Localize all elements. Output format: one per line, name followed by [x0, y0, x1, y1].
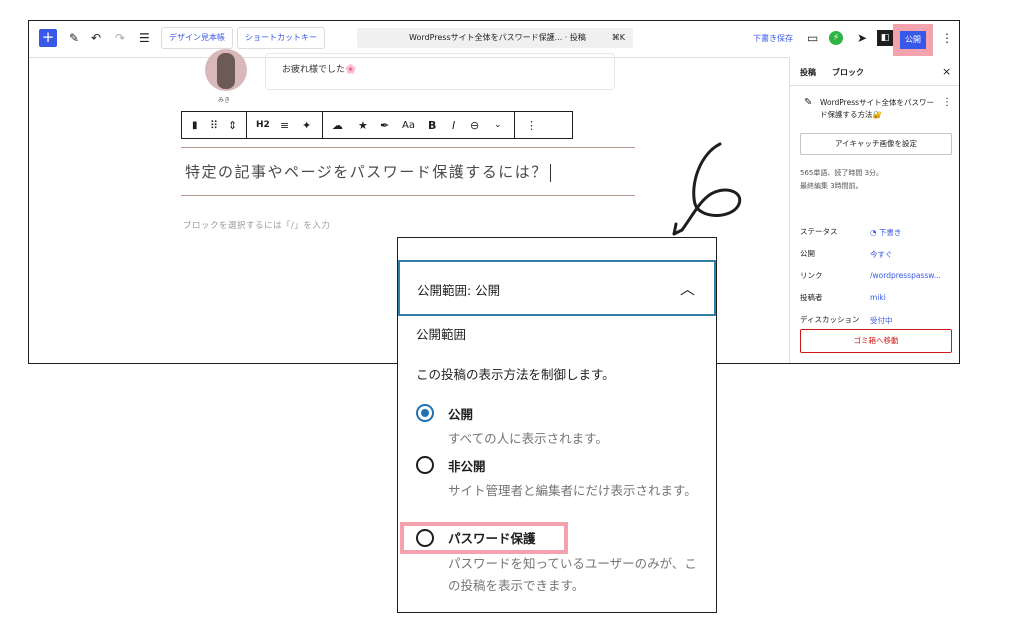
featured-image-button[interactable]: アイキャッチ画像を設定: [800, 133, 952, 155]
chevron-up-icon[interactable]: ︿: [680, 278, 695, 299]
radio-private[interactable]: [416, 456, 434, 474]
drag-handle-icon[interactable]: ⠿: [210, 118, 218, 133]
more-icon[interactable]: ⋮: [942, 97, 952, 108]
command-palette[interactable]: WordPressサイト全体をパスワード保護... · 投稿 ⌘K: [357, 28, 633, 48]
trash-button[interactable]: ゴミ箱へ移動: [800, 329, 952, 353]
highlighter-icon[interactable]: ✒: [380, 118, 389, 133]
option-password-label[interactable]: パスワード保護: [448, 528, 536, 547]
visibility-header: 公開範囲: 公開: [417, 283, 501, 298]
heading-bottom-rule: [181, 195, 635, 196]
link-icon[interactable]: ⊖: [470, 118, 479, 133]
command-title: WordPressサイト全体をパスワード保護... · 投稿: [409, 33, 586, 42]
close-icon[interactable]: ×: [942, 65, 951, 78]
sparkle-icon[interactable]: ✦: [302, 118, 311, 133]
save-draft-button[interactable]: 下書き保存: [753, 33, 793, 44]
undo-icon[interactable]: ↶: [91, 30, 101, 46]
settings-panel-icon[interactable]: ◧: [877, 30, 893, 46]
options-icon[interactable]: ⋮: [941, 30, 953, 46]
link-label: リンク: [800, 271, 823, 280]
settings-sidebar: 投稿 ブロック × ✎ WordPressサイト全体をパスワード保護する方法🔐 …: [789, 57, 959, 363]
post-icon: ✎: [804, 97, 813, 108]
option-private-help: サイト管理者と編集者にだけ表示されます。: [448, 483, 697, 498]
pen-icon[interactable]: ✎: [69, 30, 79, 46]
add-block-button[interactable]: +: [39, 29, 57, 47]
visibility-toggle[interactable]: 公開範囲: 公開 ︿: [398, 260, 716, 316]
bookmark-icon[interactable]: ▮: [192, 118, 198, 133]
publish-button[interactable]: 公開: [900, 31, 926, 49]
block-placeholder[interactable]: ブロックを選択するには「/」を入力: [183, 219, 330, 231]
status-label: ステータス: [800, 227, 838, 236]
visibility-popover: 公開範囲: 公開 ︿ 公開範囲 この投稿の表示方法を制御します。 公開 すべての…: [397, 237, 717, 613]
move-arrows-icon[interactable]: ⇕: [228, 118, 237, 133]
command-shortcut: ⌘K: [611, 33, 625, 42]
author-value[interactable]: miki: [870, 293, 886, 302]
publish-date-value[interactable]: 今すぐ: [870, 249, 893, 260]
avatar-name: みき: [218, 97, 231, 104]
pattern-button[interactable]: デザイン見本帳: [161, 27, 233, 49]
status-value[interactable]: ◔ 下書き: [870, 227, 901, 238]
italic-icon[interactable]: I: [452, 118, 455, 133]
visibility-section-title: 公開範囲: [416, 327, 467, 342]
block-options-icon[interactable]: ⋮: [526, 118, 537, 133]
visibility-description: この投稿の表示方法を制御します。: [416, 367, 615, 382]
font-size-icon[interactable]: Aa: [402, 118, 415, 133]
status-icon: ◔: [870, 228, 877, 237]
post-stats: 565単語、読了時間 3分。 最終編集 3時間前。: [800, 169, 884, 190]
option-password-help: パスワードを知っているユーザーのみが、この投稿を表示できます。: [448, 556, 697, 593]
list-view-icon[interactable]: ☰: [139, 30, 150, 46]
chevron-down-icon[interactable]: ⌄: [494, 118, 502, 133]
speech-bubble: お疲れ様でした🌸: [265, 53, 615, 90]
bold-icon[interactable]: B: [428, 118, 436, 133]
publish-date-label: 公開: [800, 249, 815, 258]
discussion-value[interactable]: 受付中: [870, 315, 893, 326]
tab-block[interactable]: ブロック: [832, 67, 864, 78]
option-public-help: すべての人に表示されます。: [448, 431, 608, 446]
option-public-label[interactable]: 公開: [448, 404, 473, 423]
post-heading[interactable]: 特定の記事やページをパスワード保護するには？: [185, 161, 551, 182]
shortcut-button[interactable]: ショートカットキー: [237, 27, 325, 49]
discussion-label: ディスカッション: [800, 315, 860, 324]
radio-password[interactable]: [416, 529, 434, 547]
radio-public[interactable]: [416, 404, 434, 422]
heading-level-button[interactable]: H2: [256, 118, 270, 133]
align-icon[interactable]: ≡: [280, 118, 289, 133]
block-toolbar: ▮ ⠿ ⇕ H2 ≡ ✦ ☁ ★ ✒ Aa B I ⊖ ⌄ ⋮: [181, 111, 573, 139]
redo-icon[interactable]: ↷: [115, 30, 125, 46]
cloud-icon[interactable]: ☁: [332, 118, 343, 133]
preview-icon[interactable]: ▭: [807, 30, 818, 46]
option-private-label[interactable]: 非公開: [448, 456, 486, 475]
heading-top-rule: [181, 147, 635, 148]
avatar: [205, 49, 247, 91]
star-icon[interactable]: ★: [358, 118, 368, 133]
publish-highlight: 公開: [893, 24, 933, 56]
tab-post[interactable]: 投稿: [800, 67, 816, 78]
jetpack-icon[interactable]: ⚡: [829, 31, 843, 45]
link-value[interactable]: /wordpresspassw...: [870, 271, 941, 280]
annotation-arrow: [672, 142, 742, 236]
author-label: 投稿者: [800, 293, 823, 302]
send-icon[interactable]: ➤: [857, 30, 867, 46]
sidebar-post-title: WordPressサイト全体をパスワード保護する方法🔐: [820, 98, 935, 119]
